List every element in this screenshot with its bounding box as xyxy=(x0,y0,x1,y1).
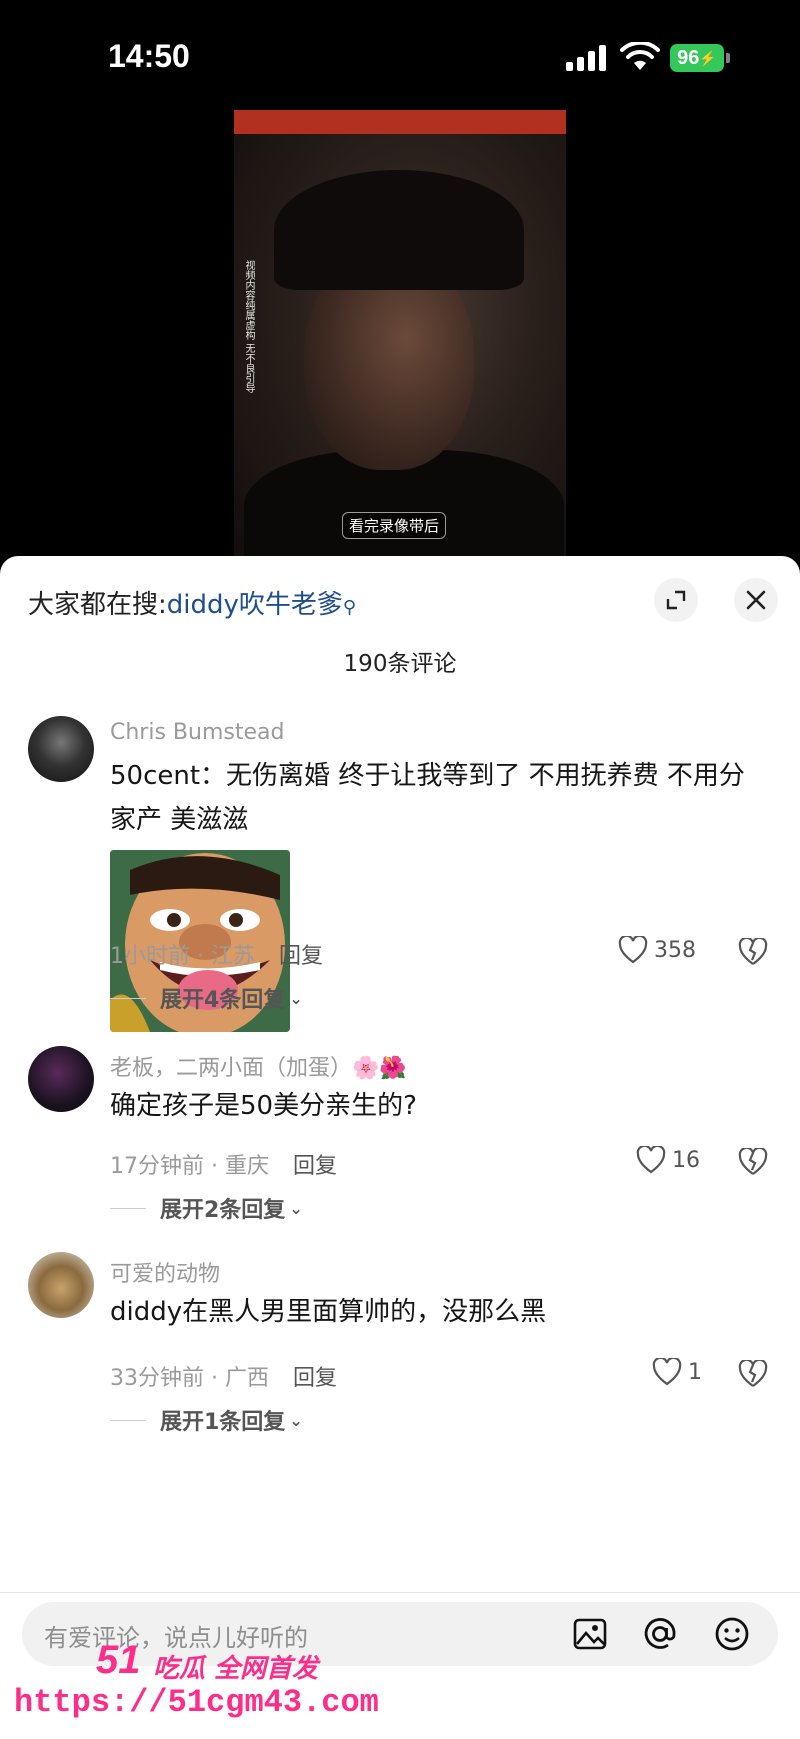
status-time: 14:50 xyxy=(108,38,190,74)
expand-replies-label: 展开1条回复 xyxy=(160,1410,286,1435)
avatar[interactable] xyxy=(28,1046,94,1112)
chevron-down-icon: ⌄ xyxy=(289,1198,303,1218)
video-top-banner xyxy=(234,110,566,134)
dislike-broken-heart-icon[interactable] xyxy=(738,1148,768,1176)
avatar[interactable] xyxy=(28,1252,94,1318)
comment-meta: 17分钟前 · 重庆 回复 xyxy=(110,1148,337,1180)
comment-time-location: 1小时前 · 江苏 xyxy=(110,944,255,969)
comment-meta: 33分钟前 · 广西 回复 xyxy=(110,1360,337,1392)
expand-replies[interactable]: 展开1条回复 ⌄ xyxy=(110,1404,303,1436)
status-bar: 14:50 96 ⚡ xyxy=(0,0,800,110)
comment-count: 190条评论 xyxy=(343,651,457,677)
expand-replies-label: 展开2条回复 xyxy=(160,1198,286,1223)
video-figure-cap xyxy=(274,170,524,290)
dislike-broken-heart-icon[interactable] xyxy=(738,938,768,966)
battery-level: 96 xyxy=(677,46,700,69)
expand-button[interactable] xyxy=(654,578,698,622)
battery-indicator: 96 ⚡ xyxy=(670,44,724,72)
search-icon: ⚲ xyxy=(342,597,357,618)
like-button[interactable]: 358 xyxy=(618,936,696,964)
bar-divider xyxy=(0,1592,800,1593)
reply-button[interactable]: 回复 xyxy=(293,1154,337,1179)
comment-time-location: 33分钟前 · 广西 xyxy=(110,1366,269,1391)
reply-button[interactable]: 回复 xyxy=(279,944,323,969)
chevron-down-icon: ⌄ xyxy=(289,988,303,1008)
watermark: 51 吃瓜 全网首发 https://51cgm43.com xyxy=(8,1638,379,1738)
like-count: 16 xyxy=(672,1147,700,1173)
image-icon[interactable] xyxy=(570,1614,610,1654)
comment-text: 确定孩子是50美分亲生的? xyxy=(110,1091,417,1121)
comment-meta: 1小时前 · 江苏 回复 xyxy=(110,938,323,970)
divider-line xyxy=(110,997,146,999)
comment-time-location: 17分钟前 · 重庆 xyxy=(110,1154,269,1179)
dislike-broken-heart-icon[interactable] xyxy=(738,1360,768,1388)
chevron-down-icon: ⌄ xyxy=(289,1410,303,1430)
like-button[interactable]: 1 xyxy=(652,1358,702,1386)
expand-replies[interactable]: 展开4条回复 ⌄ xyxy=(110,982,303,1014)
heart-icon xyxy=(652,1358,682,1386)
comment-item xyxy=(0,1252,800,1556)
expand-replies-label: 展开4条回复 xyxy=(160,988,286,1013)
close-icon xyxy=(746,590,766,610)
reply-button[interactable]: 回复 xyxy=(293,1366,337,1391)
video-disclaimer: 视频内容纯属虚构 无不良引导 xyxy=(243,260,254,394)
mention-icon[interactable] xyxy=(640,1614,680,1654)
watermark-tagline: 吃瓜 全网首发 xyxy=(153,1654,319,1684)
heart-icon xyxy=(636,1146,666,1174)
comment-sheet: 大家都在搜:diddy吹牛老爹⚲ 190条评论 Chris Bumstead 5… xyxy=(0,556,800,1739)
expand-icon xyxy=(666,590,686,610)
video-player[interactable]: 视频内容纯属虚构 无不良引导 看完录像带后 xyxy=(234,110,566,556)
divider-line xyxy=(110,1419,146,1421)
charging-bolt-icon: ⚡ xyxy=(699,49,717,66)
comment-username[interactable]: 可爱的动物 xyxy=(110,1256,220,1288)
expand-replies[interactable]: 展开2条回复 ⌄ xyxy=(110,1192,303,1224)
like-button[interactable]: 16 xyxy=(636,1146,700,1174)
heart-icon xyxy=(618,936,648,964)
trending-search[interactable]: 大家都在搜:diddy吹牛老爹⚲ xyxy=(28,584,356,621)
watermark-logo: 51 xyxy=(96,1638,141,1682)
video-subtitle: 看完录像带后 xyxy=(342,512,447,539)
like-count: 358 xyxy=(654,937,696,963)
battery-cap xyxy=(726,53,730,63)
trending-search-keyword[interactable]: diddy吹牛老爹 xyxy=(167,590,343,620)
trending-search-prefix: 大家都在搜: xyxy=(28,590,167,620)
comment-text: 50cent：无伤离婚 终于让我等到了 不用抚养费 不用分家产 美滋滋 xyxy=(110,761,745,835)
comment-text: diddy在黑人男里面算帅的，没那么黑 xyxy=(110,1297,547,1327)
close-button[interactable] xyxy=(734,578,778,622)
divider-line xyxy=(110,1207,146,1209)
comment-username[interactable]: 老板，二两小面（加蛋）🌸🌺 xyxy=(110,1050,407,1082)
like-count: 1 xyxy=(688,1359,702,1385)
comment-username[interactable]: Chris Bumstead xyxy=(110,720,284,745)
emoji-icon[interactable] xyxy=(712,1614,752,1654)
wifi-icon xyxy=(620,42,660,70)
watermark-url: https://51cgm43.com xyxy=(14,1684,379,1721)
avatar[interactable] xyxy=(28,716,94,782)
cellular-signal-icon xyxy=(566,45,608,71)
